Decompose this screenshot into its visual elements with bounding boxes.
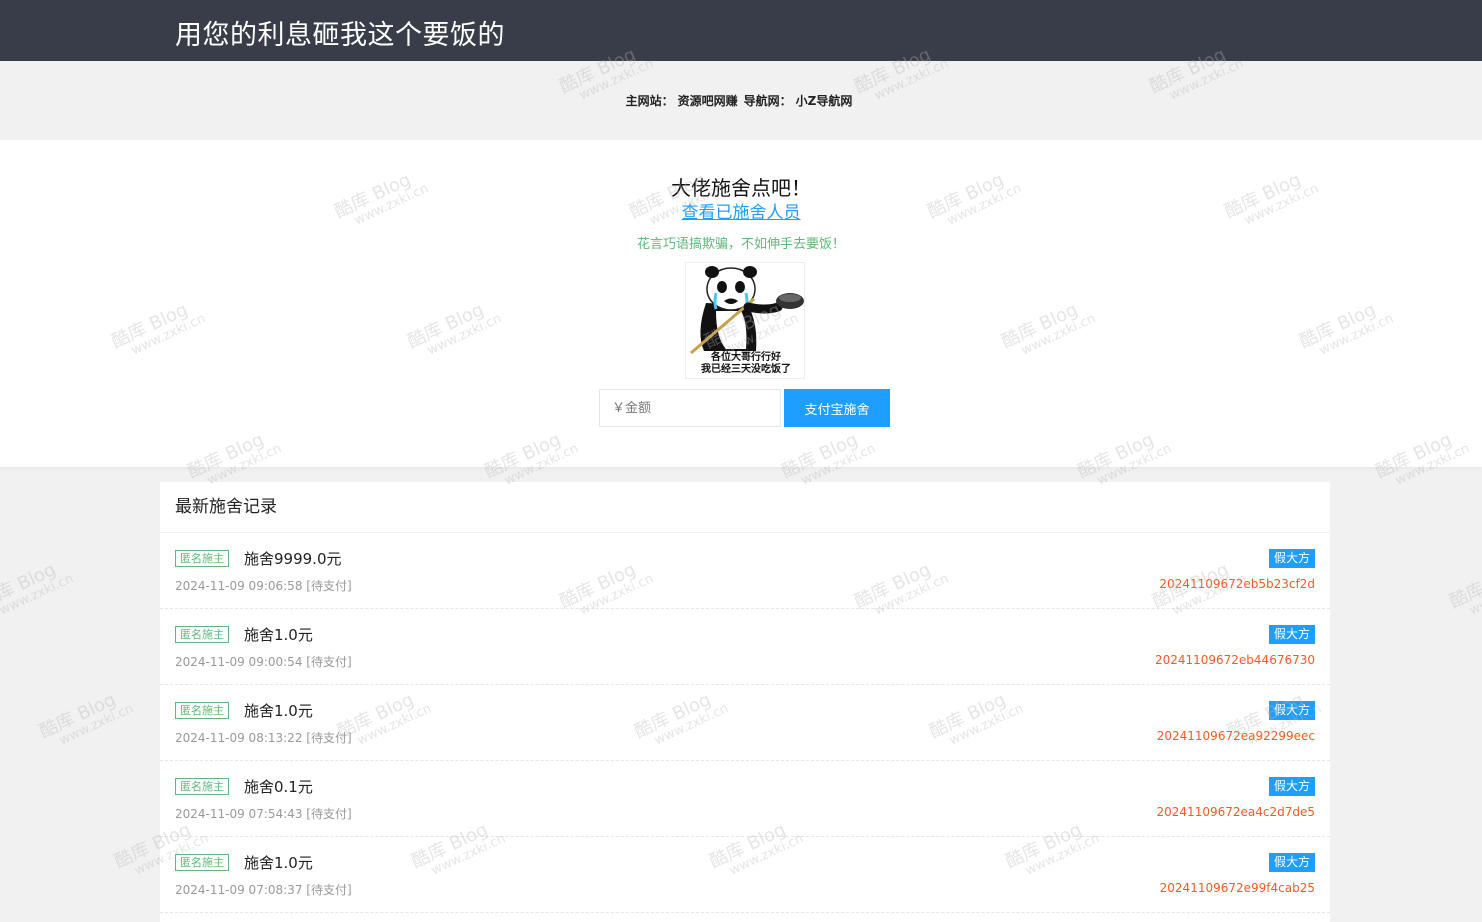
- anonymous-donor-badge: 匿名施主: [175, 626, 229, 643]
- donation-meta: 2024-11-09 09:06:58 [待支付]: [175, 577, 352, 594]
- donation-amount: 施舍1.0元: [244, 702, 313, 720]
- main-site-link[interactable]: 资源吧网赚: [678, 94, 738, 108]
- donation-time: 2024-11-09 08:13:22: [175, 731, 303, 745]
- order-number: 20241109672ea4c2d7de5: [1156, 805, 1315, 819]
- record-row: 匿名施主 施舍9999.0元 2024-11-09 09:06:58 [待支付] 假大…: [160, 533, 1330, 609]
- donation-status: [待支付]: [306, 883, 352, 897]
- records-panel: 最新施舍记录 匿名施主 施舍9999.0元 2024-11-09 09:06:58 …: [160, 482, 1330, 922]
- record-row: 匿名施主 施舍1.0元 2024-11-09 08:13:22 [待支付] 假大方 20…: [160, 685, 1330, 761]
- donation-amount: 施舍9999.0元: [244, 550, 342, 568]
- donation-meta: 2024-11-09 08:13:22 [待支付]: [175, 729, 352, 746]
- order-number: 20241109672eb44676730: [1154, 653, 1315, 667]
- anonymous-donor-badge: 匿名施主: [175, 854, 229, 871]
- donation-amount: 施舍0.1元: [244, 778, 313, 796]
- generous-tag: 假大方: [1268, 701, 1315, 720]
- donation-status: [待支付]: [306, 579, 352, 593]
- donor-list-link[interactable]: 查看已施舍人员: [682, 203, 801, 223]
- generous-tag: 假大方: [1268, 853, 1315, 872]
- watermark: 酷库 Blogwww.zxki.cn: [36, 687, 137, 756]
- panda-beggar-icon: [690, 266, 804, 355]
- slogan: 花言巧语搞欺骗，不如伸手去要饭！: [636, 237, 845, 252]
- watermark: 酷库 Blogwww.zxki.cn: [1446, 557, 1482, 626]
- site-links: 主网站： 资源吧网赚 导航网： 小Z导航网: [0, 92, 1482, 109]
- record-row: 匿名施主 施舍1.0元 2024-11-09 09:00:54 [待支付] 假大方 20…: [160, 609, 1330, 685]
- watermark-line2: www.zxki.cn: [57, 701, 136, 749]
- watermark-line2: www.zxki.cn: [0, 571, 76, 619]
- donation-time: 2024-11-09 09:00:54: [175, 655, 303, 669]
- donation-status: [待支付]: [306, 807, 352, 821]
- amount-input[interactable]: [599, 389, 781, 427]
- meme-caption: 各位大哥行行好 我已经三天没吃饭了: [686, 352, 806, 376]
- donor-list-link-wrap: 查看已施舍人员: [0, 198, 1482, 223]
- donation-heading: 大佬施舍点吧！: [671, 176, 811, 200]
- watermark-line1: 酷库 Blog: [1446, 559, 1482, 613]
- donation-time: 2024-11-09 09:06:58: [175, 579, 303, 593]
- donation-meta: 2024-11-09 07:54:43 [待支付]: [175, 805, 352, 822]
- meme-caption-line2: 我已经三天没吃饭了: [701, 364, 791, 375]
- anonymous-donor-badge: 匿名施主: [175, 778, 229, 795]
- watermark-line1: 酷库 Blog: [36, 689, 120, 743]
- main-site-label: 主网站：: [625, 94, 674, 108]
- top-bar: 用您的利息砸我这个要饭的: [0, 0, 1482, 61]
- donation-amount: 施舍1.0元: [244, 626, 313, 644]
- donation-meta: 2024-11-09 09:00:54 [待支付]: [175, 653, 352, 670]
- record-row: 匿名施主 施舍0.1元 2024-11-09 07:54:43 [待支付] 假大方 20…: [160, 761, 1330, 837]
- nav-site-label: 导航网：: [743, 94, 792, 108]
- watermark: 酷库 Blogwww.zxki.cn: [0, 557, 76, 626]
- donation-panel: 大佬施舍点吧！ 查看已施舍人员 花言巧语搞欺骗，不如伸手去要饭！ 各位大哥行行好…: [0, 140, 1482, 467]
- generous-tag: 假大方: [1268, 549, 1315, 568]
- watermark-line1: 酷库 Blog: [0, 559, 60, 613]
- donation-amount: 施舍1.0元: [244, 854, 313, 872]
- anonymous-donor-badge: 匿名施主: [175, 550, 229, 567]
- generous-tag: 假大方: [1268, 777, 1315, 796]
- order-number: 20241109672ea92299eec: [1156, 729, 1315, 743]
- records-list: 匿名施主 施舍9999.0元 2024-11-09 09:06:58 [待支付] 假大…: [160, 533, 1330, 913]
- nav-site-link[interactable]: 小Z导航网: [796, 94, 853, 108]
- alipay-donate-button[interactable]: 支付宝施舍: [784, 389, 890, 427]
- records-title: 最新施舍记录: [160, 482, 1330, 533]
- meme-caption-line1: 各位大哥行行好: [711, 352, 781, 363]
- anonymous-donor-badge: 匿名施主: [175, 702, 229, 719]
- order-number: 20241109672eb5b23cf2d: [1159, 577, 1315, 591]
- donation-status: [待支付]: [306, 731, 352, 745]
- donation-status: [待支付]: [306, 655, 352, 669]
- donation-meta: 2024-11-09 07:08:37 [待支付]: [175, 881, 352, 898]
- generous-tag: 假大方: [1268, 625, 1315, 644]
- panda-beggar-image: 各位大哥行行好 我已经三天没吃饭了: [685, 262, 805, 379]
- order-number: 20241109672e99f4cab25: [1159, 881, 1315, 895]
- watermark-line2: www.zxki.cn: [1467, 571, 1482, 619]
- page-title: 用您的利息砸我这个要饭的: [175, 20, 505, 51]
- donation-time: 2024-11-09 07:08:37: [175, 883, 303, 897]
- donation-time: 2024-11-09 07:54:43: [175, 807, 303, 821]
